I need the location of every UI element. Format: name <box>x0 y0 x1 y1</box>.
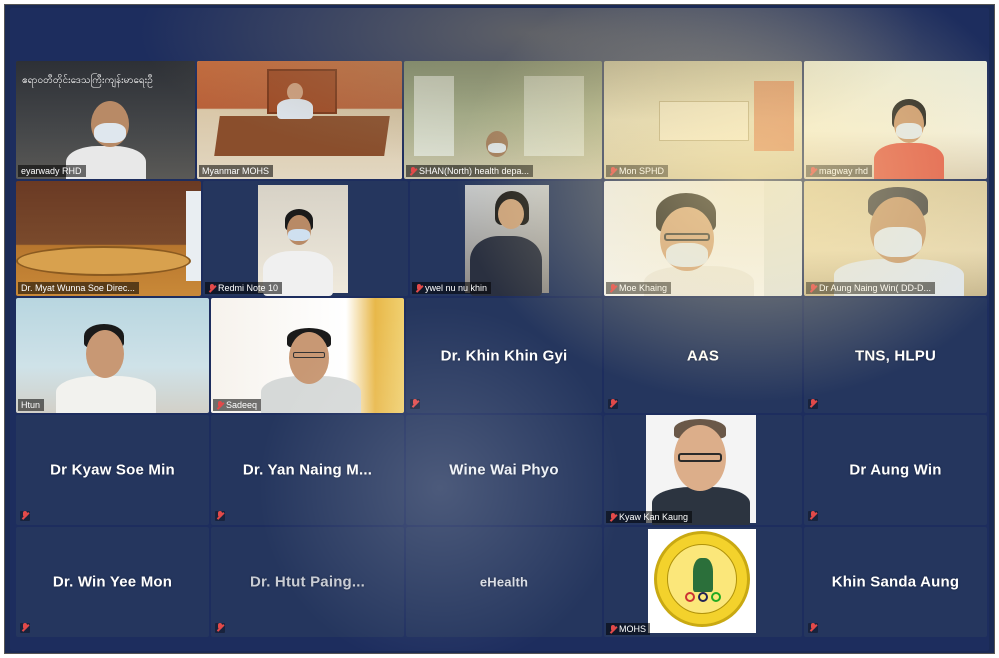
participant-name: Kyaw Kan Kaung <box>619 512 689 522</box>
participant-tile-redmi-note[interactable]: Redmi Note 10 <box>203 181 408 296</box>
participant-name: eHealth <box>479 574 529 590</box>
participant-tile-htut-paing[interactable]: Dr. Htut Paing... <box>211 527 404 637</box>
muted-mic-icon <box>20 511 30 521</box>
participant-tile-myat-wunna-soe[interactable]: Dr. Myat Wunna Soe Direc... <box>16 181 201 296</box>
muted-mic-icon <box>808 511 818 521</box>
tile-header-text: ဧရာဝတီတိုင်းဒေသကြီးကျန်းမာရေးဦ <box>22 75 153 86</box>
participant-name: Dr. Khin Khin Gyi <box>440 347 568 364</box>
ministry-logo <box>654 531 750 627</box>
participant-label: Htun <box>18 399 45 411</box>
participant-label: Redmi Note 10 <box>205 282 283 294</box>
participant-tile-khin-khin-gyi[interactable]: Dr. Khin Khin Gyi <box>406 298 602 413</box>
muted-mic-icon <box>215 511 225 521</box>
photo-frame: ဧရာဝတီတိုင်းဒေသကြီးကျန်းမာရေးဦ eyarwady … <box>4 4 995 654</box>
participant-label: Sadeeq <box>213 399 262 411</box>
participant-name: AAS <box>686 347 720 364</box>
participant-name: eyarwady RHD <box>21 166 82 176</box>
muted-mic-icon <box>409 166 417 176</box>
muted-mic-icon <box>808 623 818 633</box>
participant-tile-mon-sphd[interactable]: Mon SPHD <box>604 61 802 179</box>
muted-mic-icon <box>215 623 225 633</box>
participant-name: Moe Khaing <box>619 283 668 293</box>
participant-tile-win-yee-mon[interactable]: Dr. Win Yee Mon <box>16 527 209 637</box>
participant-name: Htun <box>21 400 41 410</box>
participant-label: magway rhd <box>806 165 873 177</box>
participant-name: magway rhd <box>819 166 869 176</box>
muted-mic-icon <box>208 283 216 293</box>
participant-tile-magway[interactable]: magway rhd <box>804 61 987 179</box>
participant-label: MOHS <box>606 623 650 635</box>
muted-mic-icon <box>410 399 420 409</box>
muted-mic-icon <box>609 166 617 176</box>
participant-name: Dr. Htut Paing... <box>249 573 366 591</box>
video-conference-screen: ဧရာဝတီတိုင်းဒေသကြီးကျန်းမာရေးဦ eyarwady … <box>10 8 989 651</box>
participant-tile-moe-khaing[interactable]: Moe Khaing <box>604 181 802 296</box>
participant-tile-aung-win[interactable]: Dr Aung Win <box>804 415 987 525</box>
muted-mic-icon <box>809 283 817 293</box>
muted-mic-icon <box>608 399 618 409</box>
participant-name: Dr. Yan Naing M... <box>242 461 373 479</box>
participant-name: Dr Aung Naing Win( DD-D... <box>819 283 932 293</box>
participant-label: eyarwady RHD <box>18 165 86 177</box>
participant-tile-shan-north[interactable]: SHAN(North) health depa... <box>404 61 602 179</box>
participant-tile-htun[interactable]: Htun <box>16 298 209 413</box>
participant-label: ywel nu nu khin <box>412 282 492 294</box>
participant-name: Mon SPHD <box>619 166 665 176</box>
participant-tile-eyarwady[interactable]: ဧရာဝတီတိုင်းဒေသကြီးကျန်းမာရေးဦ eyarwady … <box>16 61 195 179</box>
muted-mic-icon <box>609 283 617 293</box>
participant-tile-mohs-logo[interactable]: MOHS <box>604 527 802 637</box>
participant-label: Mon SPHD <box>606 165 669 177</box>
participant-tile-yan-naing[interactable]: Dr. Yan Naing M... <box>211 415 404 525</box>
participant-tile-ehealth[interactable]: eHealth <box>406 527 602 637</box>
participant-tile-kyaw-soe-min[interactable]: Dr Kyaw Soe Min <box>16 415 209 525</box>
participant-name: Dr Kyaw Soe Min <box>50 461 175 479</box>
participant-name: Wine Wai Phyo <box>449 461 559 479</box>
participant-tile-khin-sanda-aung[interactable]: Khin Sanda Aung <box>804 527 987 637</box>
participant-label: SHAN(North) health depa... <box>406 165 534 177</box>
participant-label: Dr Aung Naing Win( DD-D... <box>806 282 936 294</box>
participant-tile-aung-naing-win[interactable]: Dr Aung Naing Win( DD-D... <box>804 181 987 296</box>
participant-name: Dr Aung Win <box>849 461 942 479</box>
participant-tile-sadeeq[interactable]: Sadeeq <box>211 298 404 413</box>
participant-tile-wine-wai-phyo[interactable]: Wine Wai Phyo <box>406 415 602 525</box>
participant-name: Dr. Win Yee Mon <box>52 573 173 591</box>
participant-tile-kyaw-kan-kaung[interactable]: Kyaw Kan Kaung <box>604 415 802 525</box>
muted-mic-icon <box>609 624 617 634</box>
participant-name: Sadeeq <box>226 400 258 410</box>
participant-label: Myanmar MOHS <box>199 165 274 177</box>
participant-name: SHAN(North) health depa... <box>419 166 530 176</box>
participant-label: Kyaw Kan Kaung <box>606 511 693 523</box>
muted-mic-icon <box>415 283 423 293</box>
participant-label: Moe Khaing <box>606 282 672 294</box>
participant-name: TNS, HLPU <box>855 347 936 364</box>
participant-name: Dr. Myat Wunna Soe Direc... <box>21 283 135 293</box>
participant-tile-ywel-nu-nu-khin[interactable]: ywel nu nu khin <box>410 181 602 296</box>
participant-name: Myanmar MOHS <box>202 166 270 176</box>
muted-mic-icon <box>20 623 30 633</box>
muted-mic-icon <box>808 399 818 409</box>
participant-name: MOHS <box>619 624 646 634</box>
muted-mic-icon <box>216 400 224 410</box>
participant-tile-myanmar-mohs[interactable]: Myanmar MOHS <box>197 61 402 179</box>
participant-tile-tns-hlpu[interactable]: TNS, HLPU <box>804 298 987 413</box>
participant-name: Redmi Note 10 <box>218 283 279 293</box>
muted-mic-icon <box>809 166 817 176</box>
participant-name: Khin Sanda Aung <box>831 573 960 591</box>
participant-name: ywel nu nu khin <box>425 283 488 293</box>
participant-tile-aas[interactable]: AAS <box>604 298 802 413</box>
participant-label: Dr. Myat Wunna Soe Direc... <box>18 282 139 294</box>
muted-mic-icon <box>609 512 617 522</box>
